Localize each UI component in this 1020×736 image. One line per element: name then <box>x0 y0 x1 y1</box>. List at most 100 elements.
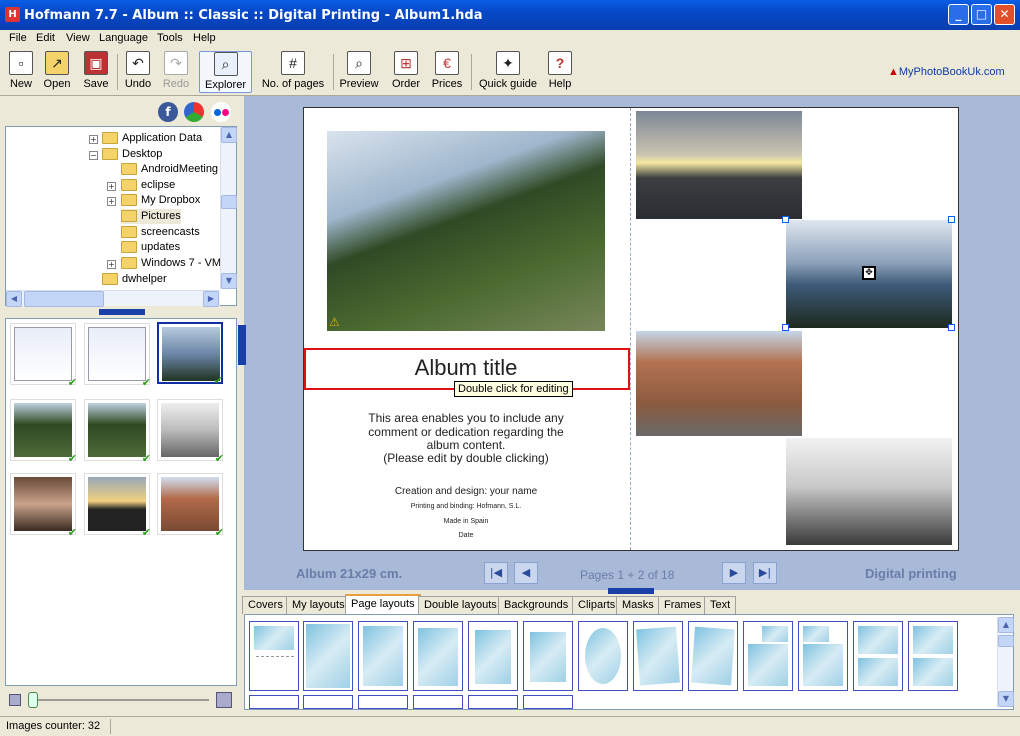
tree-item-desktop[interactable]: Desktop <box>102 147 162 162</box>
layout-thumbnail[interactable] <box>358 695 408 709</box>
scroll-thumb[interactable] <box>998 635 1014 647</box>
scroll-left-icon[interactable]: ◀ <box>6 291 22 307</box>
layout-thumbnail[interactable] <box>798 621 848 691</box>
photo-sunset[interactable] <box>636 111 802 219</box>
brand-logo[interactable]: ▲MyPhotoBookUk.com <box>888 66 1005 78</box>
resize-handle[interactable] <box>782 324 789 331</box>
scroll-thumb[interactable] <box>24 291 104 307</box>
save-button[interactable]: ▣ Save <box>80 51 112 93</box>
resize-handle[interactable] <box>782 216 789 223</box>
thumbnail[interactable]: ✔ <box>157 473 224 539</box>
photo-gate[interactable] <box>636 331 802 436</box>
resize-handle[interactable] <box>948 324 955 331</box>
thumbnail[interactable]: ✔ <box>10 323 77 389</box>
expand-icon[interactable]: + <box>89 135 98 144</box>
thumbnail-size-slider[interactable] <box>5 690 237 710</box>
layout-thumbnail[interactable] <box>413 695 463 709</box>
date-text[interactable]: Date <box>330 532 602 539</box>
dedication-line[interactable]: This area enables you to include any <box>330 411 602 425</box>
tab-my-layouts[interactable]: My layouts <box>286 596 351 614</box>
resize-handle[interactable] <box>948 216 955 223</box>
expand-icon[interactable]: + <box>107 260 116 269</box>
tree-item-application-data[interactable]: Application Data <box>102 131 202 146</box>
menu-tools[interactable]: Tools <box>157 32 183 44</box>
page-layouts-gallery[interactable]: ▲ ▼ <box>244 614 1014 710</box>
album-title[interactable]: Album title <box>304 355 628 381</box>
tab-double-layouts[interactable]: Double layouts <box>418 596 503 614</box>
help-button[interactable]: ? Help <box>545 51 575 93</box>
open-button[interactable]: ↗ Open <box>42 51 72 93</box>
previous-page-button[interactable]: ◀ <box>514 562 538 584</box>
tab-frames[interactable]: Frames <box>658 596 708 614</box>
facebook-icon[interactable]: f <box>158 102 178 122</box>
tree-item-screencasts[interactable]: screencasts <box>121 225 200 240</box>
explorer-button[interactable]: ⌕ Explorer <box>199 51 252 93</box>
layout-thumbnail[interactable] <box>468 695 518 709</box>
layout-thumbnail[interactable] <box>633 621 683 691</box>
layout-thumbnail[interactable] <box>249 621 299 691</box>
flickr-icon[interactable] <box>211 102 231 122</box>
thumbnail[interactable]: ✔ <box>84 399 151 465</box>
tab-text[interactable]: Text <box>704 596 737 614</box>
scroll-up-icon[interactable]: ▲ <box>998 617 1014 633</box>
tree-item-eclipse[interactable]: eclipse <box>121 178 175 193</box>
thumbnail[interactable]: ✔ <box>157 399 224 465</box>
thumbnail[interactable]: ✔ <box>84 323 151 389</box>
tree-item-my-dropbox[interactable]: My Dropbox <box>121 193 200 208</box>
redo-button[interactable]: ↷ Redo <box>160 51 192 93</box>
tree-vertical-scrollbar[interactable]: ▲ ▼ <box>220 127 237 289</box>
menu-edit[interactable]: Edit <box>36 32 55 44</box>
tab-cliparts[interactable]: Cliparts <box>572 596 622 614</box>
tree-item-pictures[interactable]: Pictures <box>121 209 181 224</box>
layout-thumbnail[interactable] <box>303 621 353 691</box>
layout-thumbnail[interactable] <box>908 621 958 691</box>
tree-item-dwhelper[interactable]: dwhelper <box>102 272 167 287</box>
slider-thumb[interactable] <box>28 692 38 708</box>
dedication-line[interactable]: album content. <box>330 438 602 452</box>
layout-thumbnail[interactable] <box>523 695 573 709</box>
splitter-handle[interactable] <box>99 309 145 315</box>
menu-file[interactable]: File <box>9 32 27 44</box>
undo-button[interactable]: ↶ Undo <box>122 51 154 93</box>
folder-tree[interactable]: + Application Data − Desktop AndroidMeet… <box>5 126 237 307</box>
prices-button[interactable]: € Prices <box>430 51 464 93</box>
scroll-up-icon[interactable]: ▲ <box>221 127 237 143</box>
layout-thumbnail[interactable] <box>523 621 573 691</box>
photo-garden-path[interactable]: ⚠ <box>327 131 605 331</box>
collapse-panel-handle[interactable] <box>238 325 246 365</box>
order-button[interactable]: ⊞ Order <box>389 51 423 93</box>
last-page-button[interactable]: ▶| <box>753 562 777 584</box>
slider-track[interactable] <box>29 699 209 701</box>
collapse-icon[interactable]: − <box>89 151 98 160</box>
expand-icon[interactable]: + <box>107 197 116 206</box>
dedication-line[interactable]: (Please edit by double clicking) <box>330 451 602 465</box>
preview-button[interactable]: ⌕ Preview <box>338 51 380 93</box>
scroll-right-icon[interactable]: ▶ <box>203 291 219 307</box>
tab-masks[interactable]: Masks <box>616 596 660 614</box>
layout-thumbnail[interactable] <box>413 621 463 691</box>
close-button[interactable]: ✕ <box>994 4 1015 25</box>
tree-item-updates[interactable]: updates <box>121 240 180 255</box>
next-page-button[interactable]: ▶ <box>722 562 746 584</box>
tab-page-layouts[interactable]: Page layouts <box>345 594 421 615</box>
tab-covers[interactable]: Covers <box>242 596 289 614</box>
thumbnail[interactable]: ✔ <box>84 473 151 539</box>
maximize-button[interactable]: □ <box>971 4 992 25</box>
thumbnail[interactable]: ✔ <box>10 399 77 465</box>
scroll-down-icon[interactable]: ▼ <box>998 691 1014 707</box>
expand-icon[interactable]: + <box>107 182 116 191</box>
minimize-button[interactable]: _ <box>948 4 969 25</box>
dedication-line[interactable]: comment or dedication regarding the <box>330 425 602 439</box>
scroll-down-icon[interactable]: ▼ <box>221 273 237 289</box>
first-page-button[interactable]: |◀ <box>484 562 508 584</box>
layout-thumbnail[interactable] <box>578 621 628 691</box>
thumbnail-selected[interactable]: ✔ <box>157 322 223 387</box>
number-of-pages-button[interactable]: # No. of pages <box>260 51 326 93</box>
tree-horizontal-scrollbar[interactable]: ◀ ▶ <box>6 290 220 307</box>
layout-thumbnail[interactable] <box>468 621 518 691</box>
layout-thumbnail[interactable] <box>358 621 408 691</box>
move-icon[interactable]: ✥ <box>862 266 876 280</box>
new-button[interactable]: ▫ New <box>6 51 36 93</box>
picasa-icon[interactable] <box>184 102 204 122</box>
thumbnail[interactable]: ✔ <box>10 473 77 539</box>
